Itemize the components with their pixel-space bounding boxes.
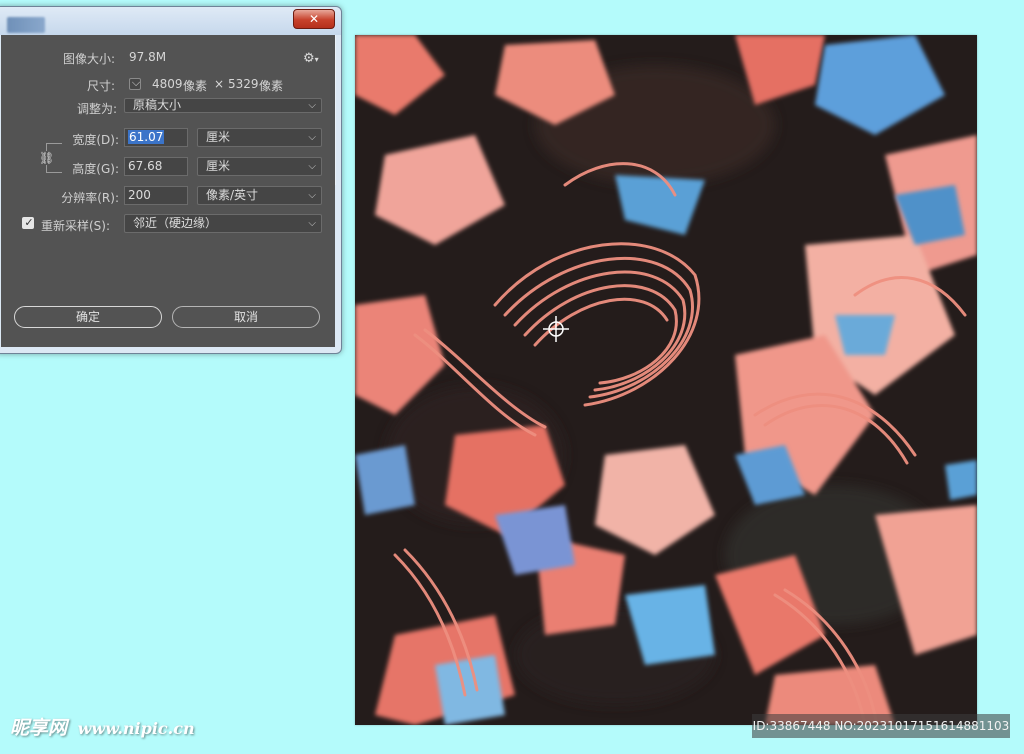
close-button[interactable]: ✕ [293,9,335,29]
screen: ✕ 图像大小: 97.8M ⚙▾ 尺寸: ⌵ 4809 像素 × 5329 像素… [0,0,1024,754]
dimensions-label: 尺寸: [86,79,115,93]
dimensions-unit-1: 像素 [183,79,208,93]
ok-button[interactable]: 确定 [14,306,162,328]
width-value: 61.07 [128,130,165,144]
dimensions-times: × [214,77,225,91]
fit-to-value: 原稿大小 [133,98,182,112]
resample-select[interactable]: 邻近（硬边缘） ⌵ [124,214,322,233]
abstract-brush-pattern [355,35,977,725]
watermark-logo-text: 昵享网 [10,717,68,739]
resolution-unit-value: 像素/英寸 [206,188,259,202]
chevron-down-icon: ⌵ [308,161,316,172]
watermark-url: www.nipic.cn [77,719,195,738]
chevron-down-icon: ⌵ [308,132,316,143]
cancel-button[interactable]: 取消 [172,306,320,328]
height-value: 67.68 [128,159,163,173]
height-label: 高度(G): [72,162,119,176]
blurred-title [7,17,45,33]
dimensions-height: 5329 [228,77,259,91]
width-unit-select[interactable]: 厘米 ⌵ [197,128,322,147]
watermark-logo: 昵享网 www.nipic.cn [10,713,195,740]
resolution-value: 200 [128,188,151,202]
gear-icon[interactable]: ⚙▾ [303,52,321,66]
width-unit-value: 厘米 [206,130,231,144]
fit-to-label: 调整为: [76,102,117,116]
resolution-input[interactable]: 200 [124,186,188,205]
dialog-body: 图像大小: 97.8M ⚙▾ 尺寸: ⌵ 4809 像素 × 5329 像素 调… [1,35,335,347]
chevron-down-icon: ⌵ [308,100,316,111]
width-input[interactable]: 61.07 [124,128,188,147]
resample-value: 邻近（硬边缘） [133,216,218,230]
chevron-down-icon: ⌵ [308,190,316,201]
resolution-label: 分辨率(R): [61,191,119,205]
height-unit-value: 厘米 [206,159,231,173]
dimensions-dropdown-toggle[interactable]: ⌵ [129,76,141,90]
width-label: 宽度(D): [72,133,119,147]
resample-label: 重新采样(S): [41,219,111,233]
height-unit-select[interactable]: 厘米 ⌵ [197,157,322,176]
image-size-label: 图像大小: [62,52,115,66]
image-size-dialog: ✕ 图像大小: 97.8M ⚙▾ 尺寸: ⌵ 4809 像素 × 5329 像素… [0,6,342,354]
resolution-unit-select[interactable]: 像素/英寸 ⌵ [197,186,322,205]
dimensions-unit-2: 像素 [259,79,284,93]
chain-link-icon[interactable]: ⛓ [39,151,54,165]
checkmark-icon: ✓ [24,216,34,229]
dimensions-width: 4809 [152,77,183,91]
image-size-value: 97.8M [129,50,167,64]
fit-to-select[interactable]: 原稿大小 ⌵ [124,98,322,113]
height-input[interactable]: 67.68 [124,157,188,176]
dialog-titlebar[interactable]: ✕ [0,7,341,35]
image-id-bar: ID:33867448 NO:20231017151614881103 [752,714,1010,738]
document-canvas[interactable] [355,35,977,725]
chevron-down-icon: ⌵ [308,218,316,229]
chevron-down-icon: ⌵ [131,76,141,89]
resample-checkbox[interactable]: ✓ [22,216,34,229]
